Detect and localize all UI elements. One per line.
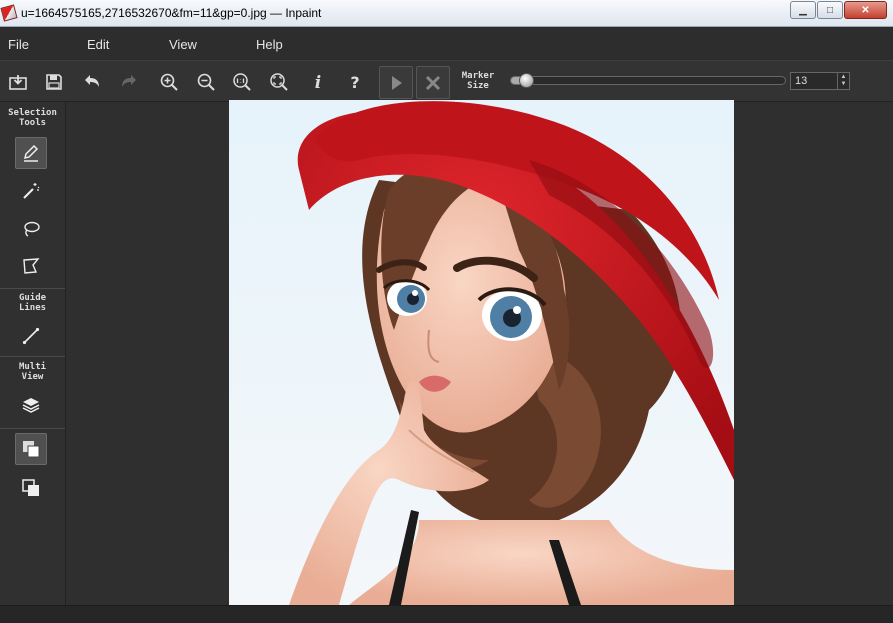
pencil-icon	[23, 144, 39, 162]
redo-button[interactable]	[116, 69, 142, 95]
polygonal-lasso-icon	[23, 258, 40, 274]
maximize-button[interactable]: □	[817, 1, 843, 19]
marker-size-input[interactable]: 13 ▲ ▼	[790, 72, 850, 90]
marker-size-value: 13	[795, 75, 808, 87]
layers-icon	[22, 398, 40, 413]
menu-bar: File Edit View Help	[0, 28, 893, 60]
zoom-out-icon	[197, 73, 215, 91]
overlay-view-button[interactable]	[15, 433, 47, 465]
selection-tools-heading-line2: Tools	[18, 118, 47, 128]
cancel-button[interactable]	[416, 66, 450, 99]
redo-icon	[122, 75, 136, 87]
guide-lines-heading: Guide Lines	[0, 293, 65, 313]
guide-line-tool-button[interactable]	[15, 320, 47, 352]
spin-down-icon[interactable]: ▼	[841, 81, 847, 88]
zoom-actual-icon	[233, 73, 251, 91]
close-button[interactable]: ✕	[844, 1, 887, 19]
help-button[interactable]: ?	[342, 69, 368, 95]
spin-up-icon[interactable]: ▲	[841, 74, 847, 81]
sidebar-divider	[0, 356, 65, 357]
menu-view[interactable]: View	[169, 37, 197, 52]
zoom-fit-button[interactable]	[266, 69, 292, 95]
help-icon: ?	[350, 73, 359, 92]
marker-size-slider[interactable]	[510, 73, 786, 88]
sidebar-divider	[0, 288, 65, 289]
menu-help[interactable]: Help	[256, 37, 283, 52]
overlay-view-icon	[23, 441, 40, 458]
menu-edit[interactable]: Edit	[87, 37, 109, 52]
layers-button[interactable]	[15, 389, 47, 421]
zoom-in-button[interactable]	[156, 69, 182, 95]
title-bar: u=1664575165,2716532670&fm=11&gp=0.jpg —…	[0, 0, 893, 27]
zoom-fit-icon	[270, 73, 288, 91]
selection-tools-heading: Selection Tools	[0, 108, 65, 128]
zoom-in-icon	[160, 73, 178, 91]
guide-lines-heading-line2: Lines	[18, 303, 47, 313]
marker-tool-button[interactable]	[15, 137, 47, 169]
portrait-image	[229, 100, 734, 605]
split-view-icon	[22, 479, 39, 496]
selection-tools-heading-line1: Selection	[8, 108, 57, 118]
info-icon: i	[315, 73, 321, 92]
save-icon	[46, 74, 62, 90]
run-inpaint-button[interactable]	[379, 66, 413, 99]
zoom-actual-button[interactable]	[229, 69, 255, 95]
multi-view-heading-line2: View	[21, 372, 44, 382]
open-button[interactable]	[5, 69, 31, 95]
svg-text:?: ?	[350, 73, 359, 92]
open-icon	[9, 75, 27, 90]
multi-view-heading: Multi View	[0, 362, 65, 382]
guide-lines-heading-line1: Guide	[18, 293, 47, 303]
polygonal-lasso-tool-button[interactable]	[15, 250, 47, 282]
window-controls: ▁ □ ✕	[790, 1, 887, 19]
lasso-icon	[24, 221, 40, 237]
zoom-out-button[interactable]	[193, 69, 219, 95]
undo-icon	[85, 75, 99, 87]
inpaint-app-icon	[0, 4, 18, 22]
tool-sidebar: Selection Tools Guide Lines Multi View	[0, 102, 66, 605]
status-bar	[0, 605, 893, 623]
window-title: u=1664575165,2716532670&fm=11&gp=0.jpg —…	[21, 6, 322, 20]
menu-file[interactable]: File	[8, 37, 29, 52]
cancel-icon	[425, 75, 441, 90]
run-icon	[392, 75, 402, 90]
minimize-button[interactable]: ▁	[790, 1, 816, 19]
magic-wand-icon	[23, 183, 40, 199]
svg-text:i: i	[315, 73, 321, 92]
split-view-button[interactable]	[15, 472, 47, 504]
magic-wand-tool-button[interactable]	[15, 175, 47, 207]
marker-size-label-line2: Size	[467, 81, 489, 91]
multi-view-heading-line1: Multi	[18, 362, 47, 372]
marker-size-label-line1: Marker	[461, 71, 495, 81]
line-icon	[22, 327, 40, 345]
undo-button[interactable]	[79, 69, 105, 95]
marker-size-spinner[interactable]: ▲ ▼	[837, 73, 849, 89]
image-canvas[interactable]	[229, 100, 734, 605]
save-button[interactable]	[41, 69, 67, 95]
sidebar-divider	[0, 428, 65, 429]
info-button[interactable]: i	[305, 69, 331, 95]
lasso-tool-button[interactable]	[15, 213, 47, 245]
marker-size-label: Marker Size	[456, 71, 500, 91]
